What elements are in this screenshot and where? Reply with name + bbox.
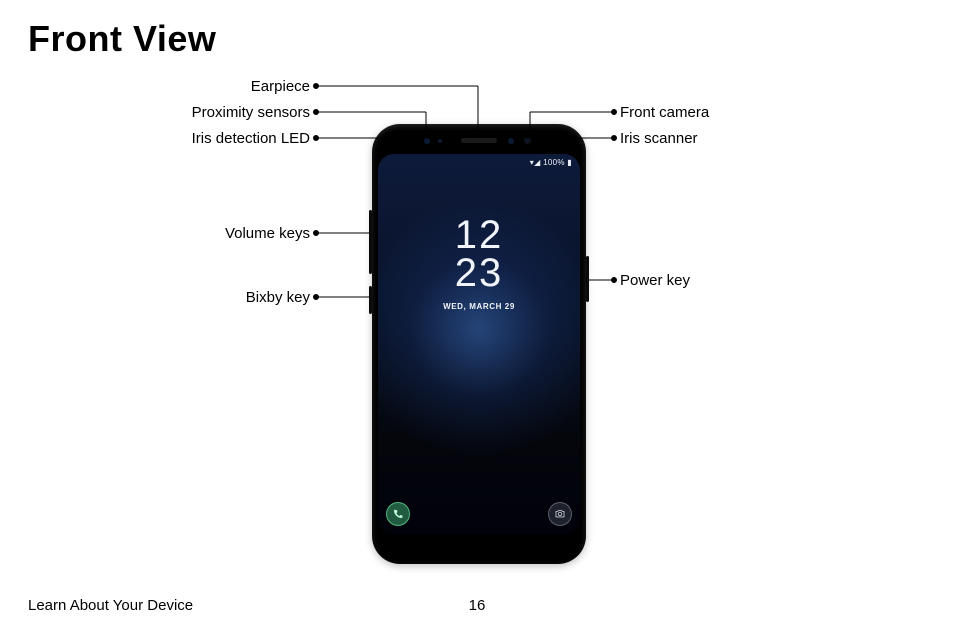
battery-text: 100% [543, 158, 565, 167]
callout-front-camera: Front camera [620, 104, 709, 121]
power-key-button [586, 256, 589, 302]
bixby-key-button [369, 286, 372, 314]
callout-proximity: Proximity sensors [0, 104, 310, 121]
callout-iris-scanner: Iris scanner [620, 130, 698, 147]
clock-minutes: 23 [378, 254, 580, 292]
proximity-sensor-dot [424, 138, 430, 144]
phone-screen: ▾◢ 100% ▮ 12 23 WED, MARCH 29 [378, 154, 580, 534]
callout-volume-keys: Volume keys [0, 225, 310, 242]
signal-icon: ▾◢ [530, 158, 543, 167]
callout-power-key: Power key [620, 272, 690, 289]
battery-icon: ▮ [565, 158, 572, 167]
callout-bixby-key: Bixby key [0, 289, 310, 306]
earpiece-slot [461, 138, 497, 143]
phone-app-icon [386, 502, 410, 526]
lock-dock [386, 502, 572, 526]
footer-page-number: 16 [469, 597, 486, 614]
clock-date: WED, MARCH 29 [378, 302, 580, 311]
lock-clock: 12 23 WED, MARCH 29 [378, 216, 580, 311]
callout-earpiece: Earpiece [0, 78, 310, 95]
iris-scanner-dot [508, 138, 514, 144]
volume-keys-button [369, 210, 372, 274]
callout-iris-led: Iris detection LED [0, 130, 310, 147]
status-bar: ▾◢ 100% ▮ [530, 158, 572, 167]
footer-section: Learn About Your Device [28, 597, 193, 614]
page-title: Front View [28, 18, 216, 60]
iris-led-dot [438, 139, 442, 143]
front-camera-dot [524, 137, 531, 144]
camera-app-icon [548, 502, 572, 526]
phone-front-illustration: ▾◢ 100% ▮ 12 23 WED, MARCH 29 [372, 124, 586, 564]
clock-hours: 12 [378, 216, 580, 254]
